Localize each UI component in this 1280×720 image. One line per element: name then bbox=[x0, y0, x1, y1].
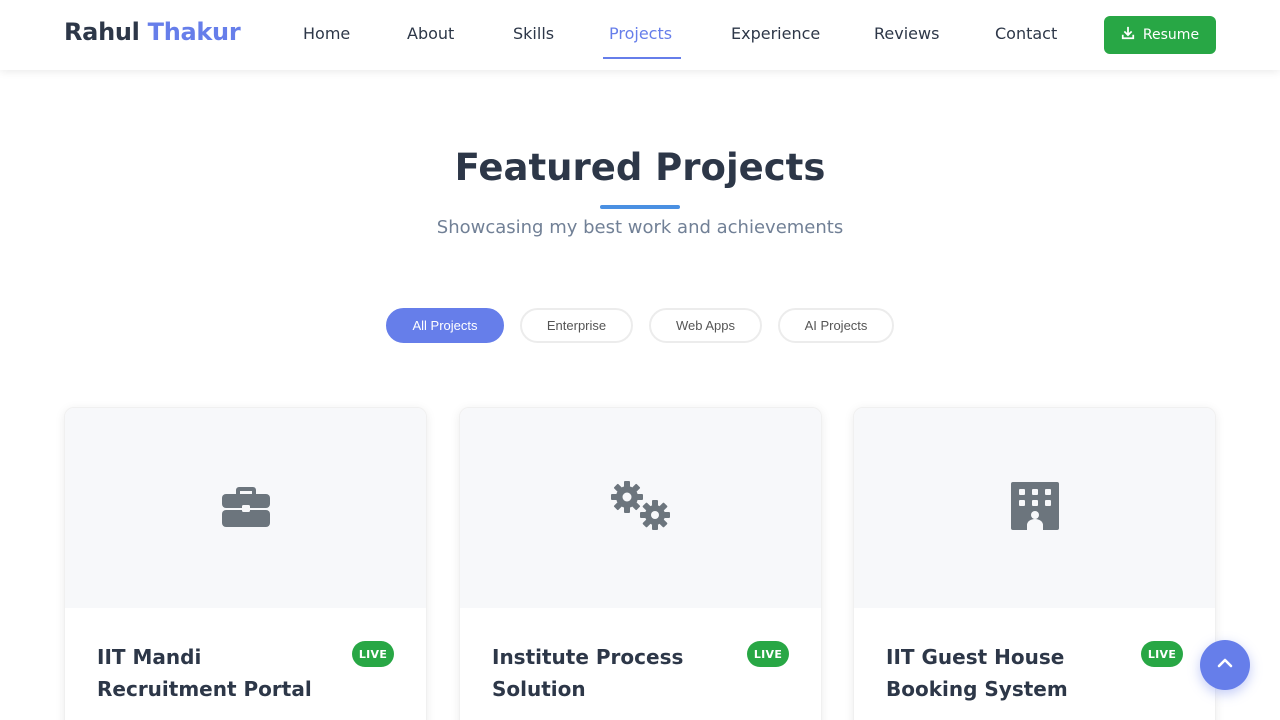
live-badge: LIVE bbox=[1141, 641, 1183, 667]
project-title: IIT Guest House Booking System bbox=[886, 645, 1068, 701]
nav-about[interactable]: About bbox=[407, 24, 454, 43]
filter-web-apps[interactable]: Web Apps bbox=[649, 308, 762, 343]
nav-skills[interactable]: Skills bbox=[513, 24, 554, 43]
section-title: Featured Projects bbox=[454, 146, 826, 189]
filter-enterprise[interactable]: Enterprise bbox=[520, 308, 633, 343]
building-icon bbox=[1010, 482, 1059, 534]
project-media bbox=[65, 408, 426, 608]
brand-first-name: Rahul bbox=[64, 18, 140, 46]
nav-reviews[interactable]: Reviews bbox=[874, 24, 939, 43]
chevron-up-icon bbox=[1215, 653, 1235, 677]
live-badge: LIVE bbox=[352, 641, 394, 667]
filter-ai-projects[interactable]: AI Projects bbox=[778, 308, 894, 343]
resume-button[interactable]: Resume bbox=[1104, 16, 1216, 54]
project-card[interactable]: IIT Mandi Recruitment Portal LIVE bbox=[64, 407, 427, 720]
resume-label: Resume bbox=[1142, 27, 1200, 43]
brand-logo[interactable]: Rahul Thakur bbox=[64, 18, 241, 46]
nav-experience[interactable]: Experience bbox=[731, 24, 820, 43]
project-title: IIT Mandi Recruitment Portal bbox=[97, 645, 312, 701]
live-badge: LIVE bbox=[747, 641, 789, 667]
project-media bbox=[460, 408, 821, 608]
active-nav-indicator bbox=[603, 57, 681, 59]
gears-icon bbox=[610, 481, 671, 535]
navbar: Rahul Thakur Home About Skills Projects … bbox=[0, 0, 1280, 70]
filter-all-projects[interactable]: All Projects bbox=[386, 308, 504, 343]
project-card[interactable]: IIT Guest House Booking System LIVE bbox=[853, 407, 1216, 720]
project-card[interactable]: Institute Process Solution LIVE bbox=[459, 407, 822, 720]
scroll-to-top-button[interactable] bbox=[1200, 640, 1250, 690]
title-underline bbox=[600, 205, 680, 209]
project-media bbox=[854, 408, 1215, 608]
nav-contact[interactable]: Contact bbox=[995, 24, 1057, 43]
download-icon bbox=[1121, 26, 1135, 44]
nav-projects[interactable]: Projects bbox=[609, 24, 672, 43]
briefcase-icon bbox=[221, 481, 271, 535]
section-subtitle: Showcasing my best work and achievements bbox=[436, 217, 844, 238]
nav-home[interactable]: Home bbox=[303, 24, 350, 43]
brand-last-name: Thakur bbox=[147, 18, 241, 46]
project-title: Institute Process Solution bbox=[492, 645, 684, 701]
